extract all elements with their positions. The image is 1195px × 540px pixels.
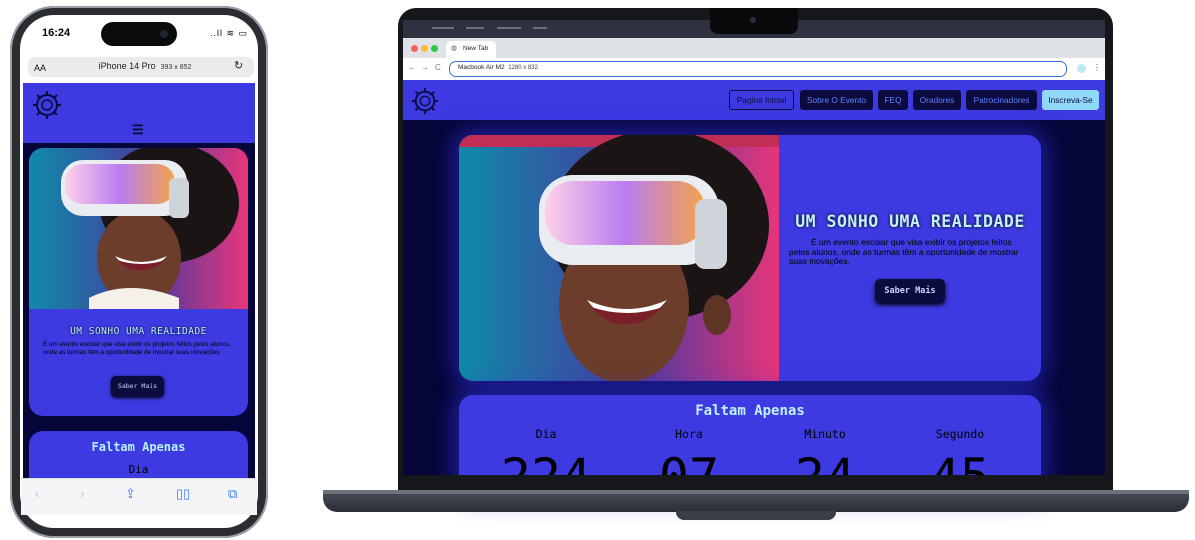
hero-description: É um evento escolar que visa exibir os p…: [789, 237, 1019, 267]
phone-countdown-title: Faltam Apenas: [91, 440, 186, 454]
zoom-window-icon[interactable]: [431, 45, 438, 52]
device-name: iPhone 14 Pro: [98, 61, 156, 71]
gear-brain-icon[interactable]: [31, 89, 63, 121]
globe-icon: ◍: [451, 45, 458, 52]
browser-tab-strip: [403, 38, 1105, 58]
vr-headset-photo: [29, 148, 248, 309]
countdown-title: Faltam Apenas: [695, 403, 805, 419]
browser-tab-title: New Tab: [463, 45, 489, 52]
address-bar[interactable]: [449, 61, 1067, 77]
camera-dot: [750, 17, 756, 23]
menu-item[interactable]: [497, 27, 521, 29]
phone-status-icons: ..ll ≋ ▭: [210, 28, 249, 38]
extension-icon[interactable]: [1077, 64, 1086, 73]
text-size-button[interactable]: AA: [34, 63, 46, 73]
phone-hero-title: UM SONHO UMA REALIDADE: [70, 326, 207, 337]
vr-headset-photo: [459, 135, 779, 381]
minimize-window-icon[interactable]: [421, 45, 428, 52]
address-device: Macbook Air M2: [458, 64, 505, 71]
phone-saber-mais-button[interactable]: Saber Mais: [111, 376, 164, 397]
phone-hero-description: É um evento escolar que visa exibir os p…: [43, 341, 231, 356]
countdown-unit-dia: Dia: [535, 427, 557, 441]
laptop-bottom-bezel: [398, 475, 1113, 491]
share-icon[interactable]: ⇪: [125, 486, 136, 502]
laptop-opening-groove: [676, 511, 836, 520]
phone-time: 16:24: [42, 27, 71, 39]
safari-toolbar: [21, 478, 257, 515]
hero-title: UM SONHO UMA REALIDADE: [795, 212, 1025, 231]
reload-icon[interactable]: ↻: [234, 59, 243, 72]
address-resolution: 1280 x 832: [508, 65, 538, 71]
hamburger-icon[interactable]: ☰: [132, 122, 144, 138]
nav-oradores[interactable]: Oradores: [913, 90, 961, 110]
countdown-unit-minuto: Minuto: [804, 427, 846, 441]
laptop-base-edge: [323, 490, 1189, 494]
nav-sobre-o-evento[interactable]: Sobre O Evento: [800, 90, 873, 110]
nav-inscreva-se[interactable]: Inscreva-Se: [1042, 90, 1099, 110]
saber-mais-button[interactable]: Saber Mais: [875, 279, 945, 303]
device-resolution: 393 x 852: [160, 64, 192, 71]
menu-item[interactable]: [533, 27, 547, 29]
menu-item[interactable]: [432, 27, 454, 29]
nav-pagina-inicial[interactable]: Pagina Inicial: [729, 90, 794, 110]
nav-feq[interactable]: FEQ: [878, 90, 908, 110]
more-menu-icon[interactable]: ⋮: [1093, 63, 1101, 72]
nav-patrocinadores[interactable]: Patrocinadores: [966, 90, 1037, 110]
menu-item[interactable]: [466, 27, 484, 29]
back-icon[interactable]: ←: [408, 63, 416, 72]
reload-icon[interactable]: C: [435, 63, 441, 72]
forward-icon[interactable]: →: [421, 63, 429, 72]
phone-address-text: iPhone 14 Pro 393 x 852: [70, 61, 220, 71]
back-icon[interactable]: ‹: [35, 486, 39, 501]
book-icon[interactable]: ▯▯: [176, 486, 190, 502]
countdown-unit-segundo: Segundo: [935, 427, 985, 441]
address-text: Macbook Air M2 1280 x 832: [458, 64, 538, 71]
gear-brain-icon[interactable]: [410, 86, 440, 116]
tabs-icon[interactable]: ⧉: [228, 486, 237, 502]
forward-icon[interactable]: ›: [80, 486, 84, 501]
phone-countdown-unit: Dia: [128, 463, 149, 476]
countdown-unit-hora: Hora: [675, 427, 703, 441]
close-window-icon[interactable]: [411, 45, 418, 52]
camera-dot: [160, 30, 168, 38]
